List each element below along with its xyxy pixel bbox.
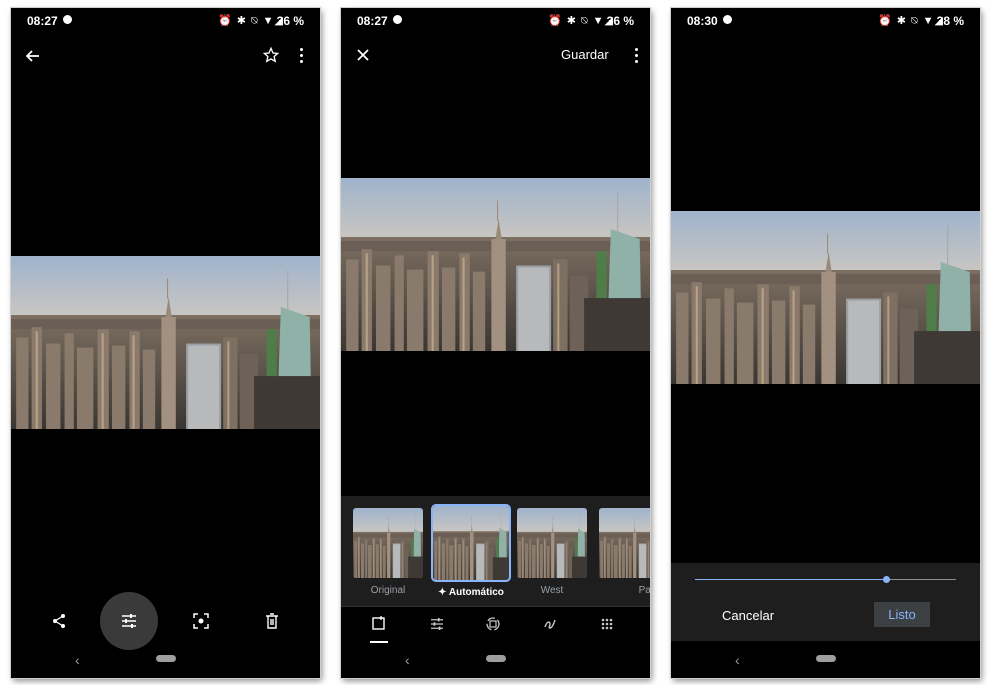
filter-west[interactable]: West bbox=[517, 508, 587, 596]
system-nav-bar: ‹ bbox=[11, 642, 320, 678]
more-tools-icon[interactable] bbox=[598, 616, 616, 634]
filter-original[interactable]: Original bbox=[353, 508, 423, 596]
system-nav-bar: ‹ bbox=[671, 642, 980, 678]
filter-thumbnail bbox=[599, 508, 650, 578]
nav-back-icon[interactable]: ‹ bbox=[735, 652, 740, 668]
phone-photo-viewer: 08:27 ⏰ ✱ ⍉ ▼◢ 36 % ‹ bbox=[11, 8, 320, 678]
share-icon[interactable] bbox=[49, 611, 69, 631]
filter-label: Palma bbox=[638, 585, 650, 596]
filter-label: West bbox=[540, 585, 564, 596]
crop-rotate-icon[interactable] bbox=[484, 616, 502, 634]
battery-level: 38 % bbox=[936, 14, 964, 28]
cancel-button[interactable]: Cancelar bbox=[722, 608, 774, 623]
filter-strip: Original ✦ Automático West Palma bbox=[341, 496, 650, 606]
save-button[interactable]: Guardar bbox=[561, 47, 609, 62]
filter-automatico[interactable]: ✦ Automático bbox=[431, 504, 511, 598]
status-icons: ⏰ ✱ ⍉ ▼◢ bbox=[877, 15, 944, 27]
nav-home-pill[interactable] bbox=[485, 655, 506, 662]
battery-level: 36 % bbox=[276, 14, 304, 28]
status-time: 08:27 bbox=[27, 14, 58, 28]
adjust-icon[interactable] bbox=[428, 616, 446, 634]
call-status-icon bbox=[63, 15, 72, 24]
call-status-icon bbox=[393, 15, 402, 24]
adjust-panel: Cancelar Listo bbox=[671, 563, 980, 641]
nav-home-pill[interactable] bbox=[815, 655, 836, 662]
photo bbox=[11, 256, 320, 429]
call-status-icon bbox=[723, 15, 732, 24]
more-vert-icon[interactable] bbox=[293, 45, 309, 65]
slider-thumb[interactable] bbox=[882, 576, 890, 583]
status-icons: ⏰ ✱ ⍉ ▼◢ bbox=[217, 15, 284, 27]
lens-icon[interactable] bbox=[191, 611, 211, 631]
battery-level: 36 % bbox=[606, 14, 634, 28]
filter-thumbnail bbox=[353, 508, 423, 578]
trash-icon[interactable] bbox=[262, 611, 282, 631]
status-bar: 08:27 ⏰ ✱ ⍉ ▼◢ 36 % bbox=[341, 8, 650, 34]
suggestions-icon[interactable] bbox=[370, 616, 388, 634]
status-icons: ⏰ ✱ ⍉ ▼◢ bbox=[547, 15, 614, 27]
photo bbox=[671, 211, 980, 384]
filter-label: ✦ Automático bbox=[438, 587, 504, 598]
system-nav-bar: ‹ bbox=[341, 642, 650, 678]
arrow-left-icon[interactable] bbox=[23, 46, 43, 66]
filter-thumbnail bbox=[431, 504, 511, 582]
adjust-slider[interactable] bbox=[695, 576, 956, 583]
phone-photo-editor-filters: 08:27 ⏰ ✱ ⍉ ▼◢ 36 % Guardar Original ✦ A… bbox=[341, 8, 650, 678]
sparkle-icon: ✦ bbox=[438, 587, 449, 598]
filter-palma[interactable]: Palma bbox=[599, 508, 650, 596]
nav-back-icon[interactable]: ‹ bbox=[75, 652, 80, 668]
filter-label: Original bbox=[370, 585, 406, 596]
markup-icon[interactable] bbox=[541, 616, 559, 634]
star-outline-icon[interactable] bbox=[261, 45, 281, 65]
filter-thumbnail bbox=[517, 508, 587, 578]
status-time: 08:27 bbox=[357, 14, 388, 28]
phone-photo-adjust: 08:30 ⏰ ✱ ⍉ ▼◢ 38 % Cancelar Listo ‹ bbox=[671, 8, 980, 678]
status-time: 08:30 bbox=[687, 14, 718, 28]
done-button[interactable]: Listo bbox=[874, 602, 930, 627]
more-vert-icon[interactable] bbox=[628, 45, 644, 65]
nav-back-icon[interactable]: ‹ bbox=[405, 652, 410, 668]
close-icon[interactable] bbox=[353, 45, 373, 65]
nav-home-pill[interactable] bbox=[155, 655, 176, 662]
status-bar: 08:27 ⏰ ✱ ⍉ ▼◢ 36 % bbox=[11, 8, 320, 34]
photo bbox=[341, 178, 650, 351]
editor-tool-tabs bbox=[341, 606, 650, 643]
status-bar: 08:30 ⏰ ✱ ⍉ ▼◢ 38 % bbox=[671, 8, 980, 34]
slider-fill bbox=[695, 579, 886, 580]
